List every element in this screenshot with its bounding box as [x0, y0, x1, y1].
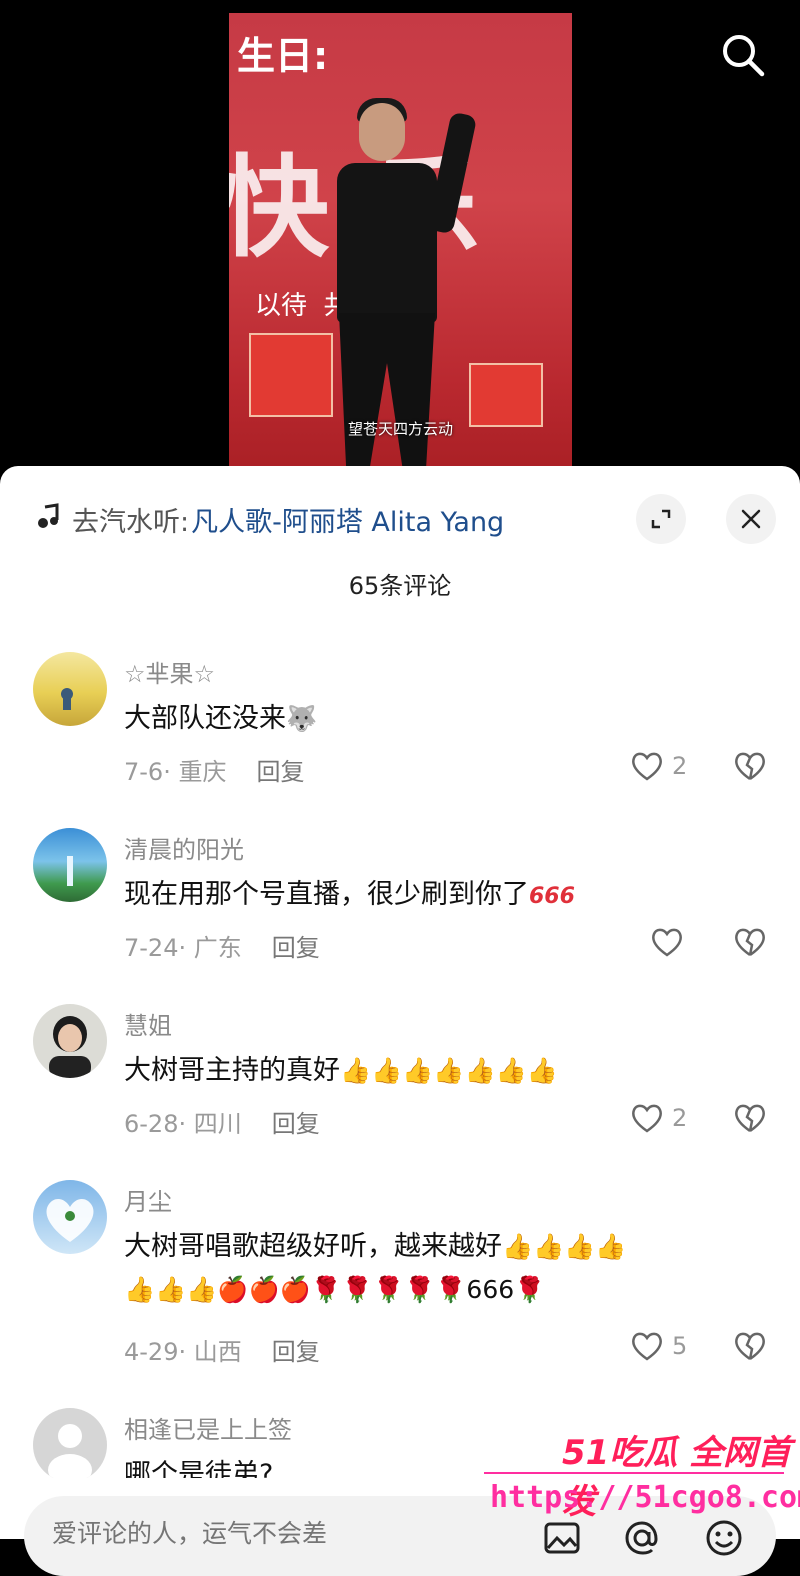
music-link[interactable]: 凡人歌-阿丽塔 Alita Yang: [191, 500, 504, 539]
comment-username[interactable]: 慧姐: [124, 1006, 172, 1041]
comment-input[interactable]: [50, 1512, 534, 1554]
dislike-heart-icon[interactable]: [733, 1102, 767, 1136]
like-button[interactable]: 5: [630, 1330, 687, 1362]
video-subtitle: 望苍天四方云动: [347, 420, 453, 438]
avatar[interactable]: [33, 1004, 107, 1078]
watermark-url: https://51cgo8.com: [490, 1480, 800, 1515]
comment-meta: 6-28· 四川 回复: [124, 1110, 320, 1138]
comment-count: 65条评论: [348, 572, 452, 600]
music-note-icon: [36, 502, 62, 536]
dislike-heart-icon[interactable]: [733, 750, 767, 784]
comment-username[interactable]: 月尘: [124, 1182, 172, 1217]
reply-button[interactable]: 回复: [272, 1110, 320, 1138]
music-link-row[interactable]: 去汽水听: 凡人歌-阿丽塔 Alita Yang: [36, 496, 504, 542]
avatar[interactable]: [33, 1408, 107, 1478]
singer-legs: [339, 313, 435, 480]
reply-button[interactable]: 回复: [272, 934, 320, 962]
comment-text: 大树哥主持的真好👍👍👍👍👍👍👍: [124, 1055, 558, 1086]
heart-icon: [632, 752, 662, 781]
avatar[interactable]: [33, 652, 107, 726]
comment-text: 大树哥唱歌超级好听，越来越好👍👍👍👍: [124, 1231, 627, 1262]
singer-head: [359, 103, 405, 161]
like-button[interactable]: 2: [630, 750, 687, 782]
singer-body: [337, 163, 437, 323]
reply-button[interactable]: 回复: [256, 758, 304, 786]
banner-text-small: 以待 共: [255, 291, 350, 321]
video-player[interactable]: 生日: 快乐 以待 共 望苍天四方云动: [0, 0, 800, 480]
comment-text: 大部队还没来🐺: [124, 703, 318, 734]
watermark-line: [484, 1472, 784, 1474]
video-frame: 生日: 快乐 以待 共 望苍天四方云动: [229, 13, 572, 480]
comment-text: 现在用那个号直播，很少刷到你了666: [124, 879, 575, 910]
comment-meta: 7-6· 重庆 回复: [124, 758, 305, 786]
comment-username[interactable]: ☆芈果☆: [124, 654, 215, 689]
expand-icon[interactable]: [636, 494, 686, 544]
heart-icon: [632, 1332, 662, 1361]
heart-icon: [652, 928, 682, 957]
comment-username[interactable]: 清晨的阳光: [124, 830, 244, 865]
dislike-heart-icon[interactable]: [733, 1330, 767, 1364]
comment-text-line2: 👍👍👍🍎🍎🍎🌹🌹🌹🌹🌹666🌹: [124, 1275, 546, 1304]
watermark: 51吃瓜 全网首发 https://51cgo8.com: [470, 1420, 800, 1539]
gift-box: [249, 333, 333, 417]
search-icon[interactable]: [720, 32, 766, 78]
comment-meta: 7-24· 广东 回复: [124, 934, 320, 962]
heart-icon: [632, 1104, 662, 1133]
close-icon[interactable]: [726, 494, 776, 544]
comment-text: 哪个是徒弟?: [124, 1459, 274, 1478]
avatar[interactable]: [33, 1180, 107, 1254]
like-button[interactable]: 2: [630, 1102, 687, 1134]
dislike-heart-icon[interactable]: [733, 926, 767, 960]
reply-button[interactable]: 回复: [272, 1338, 320, 1366]
comment-username[interactable]: 相逢已是上上签: [124, 1410, 292, 1445]
like-button[interactable]: [650, 926, 692, 958]
comment-sheet: 去汽水听: 凡人歌-阿丽塔 Alita Yang 65条评论 ☆芈果☆ 大部队还…: [0, 466, 800, 1576]
comment-meta: 4-29· 山西 回复: [124, 1338, 320, 1366]
avatar[interactable]: [33, 828, 107, 902]
banner-text-birthday: 生日:: [237, 34, 329, 78]
music-prefix: 去汽水听:: [72, 506, 190, 538]
